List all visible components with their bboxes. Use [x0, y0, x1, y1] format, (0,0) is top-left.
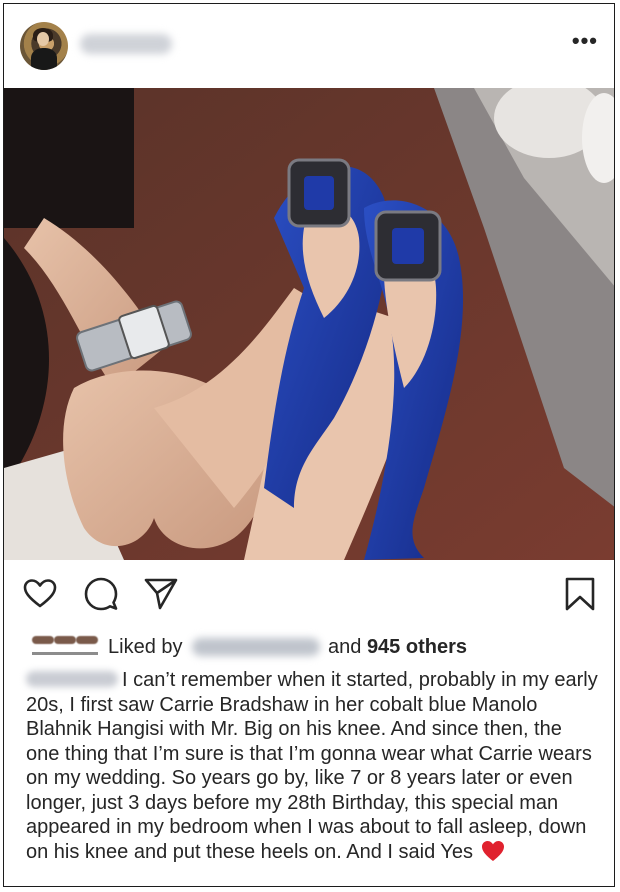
post-actions	[4, 576, 614, 620]
post-card: ••• Liked by and 945 others I can’t reme…	[3, 3, 615, 887]
comment-bubble-icon[interactable]	[83, 576, 119, 612]
bookmark-outline-icon[interactable]	[562, 576, 598, 612]
others-count[interactable]: and 945 others	[328, 636, 467, 659]
heart-outline-icon[interactable]	[22, 576, 58, 612]
caption-text: I can’t remember when it started, probab…	[26, 669, 598, 863]
post-caption: I can’t remember when it started, probab…	[26, 668, 598, 864]
more-options-icon[interactable]: •••	[572, 30, 598, 52]
likes-summary: Liked by and 945 others	[4, 630, 614, 666]
caption-username-redacted[interactable]	[26, 671, 118, 687]
photo-illustration	[4, 88, 614, 560]
paper-plane-icon[interactable]	[143, 576, 179, 612]
username-redacted[interactable]	[80, 34, 172, 54]
avatar[interactable]	[20, 22, 68, 70]
post-photo[interactable]	[4, 88, 614, 560]
post-header: •••	[4, 4, 614, 86]
red-heart-emoji-icon	[481, 840, 505, 862]
liker-username-redacted[interactable]	[192, 638, 320, 656]
liker-avatars[interactable]	[32, 634, 100, 660]
liked-by-label: Liked by	[108, 636, 183, 658]
